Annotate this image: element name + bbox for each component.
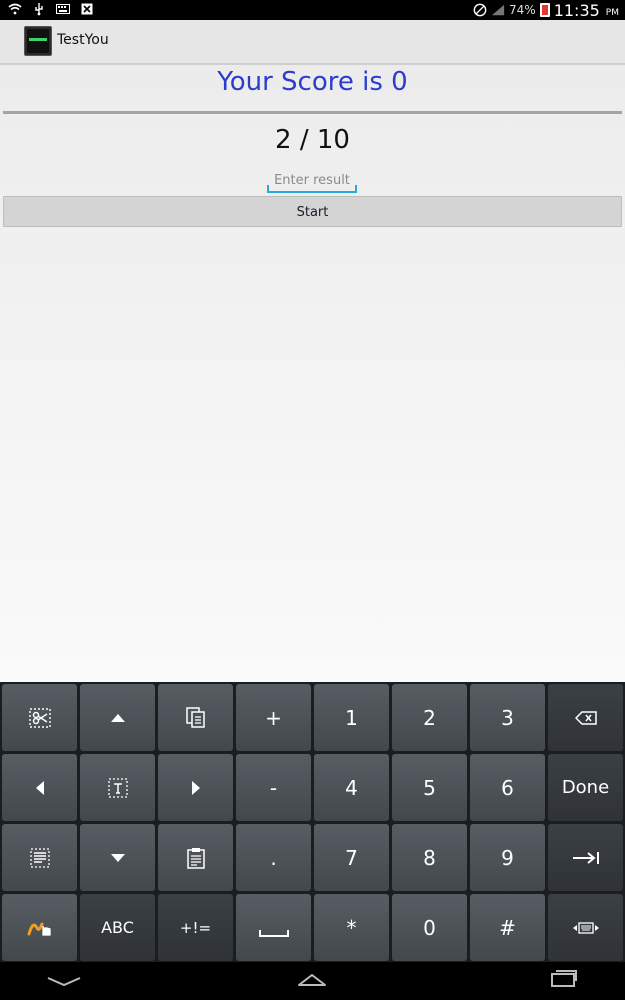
action-bar: TestYou [0,20,625,65]
cursor-right-key[interactable] [158,754,233,821]
divider [3,111,622,114]
arrow-down-icon [110,853,126,863]
app-title: TestYou [57,32,109,48]
main-content: Your Score is 0 2 / 10 Start [0,65,625,682]
clipboard-icon [186,847,205,869]
digit-1-key[interactable]: 1 [314,684,389,751]
status-bar: 74% 11:35 PM [0,0,625,20]
paste-key[interactable] [158,824,233,891]
space-key[interactable] [236,894,311,961]
copy-key[interactable] [158,684,233,751]
signal-icon [491,3,505,17]
digit-5-key[interactable]: 5 [392,754,467,821]
cursor-up-key[interactable] [80,684,155,751]
space-icon [258,918,290,938]
score-label: Your Score is 0 [217,67,408,97]
clock-ampm: PM [605,7,619,18]
recent-apps-button[interactable] [543,968,583,994]
digit-8-key[interactable]: 8 [392,824,467,891]
result-input-wrapper [267,169,357,193]
handwriting-icon [27,918,53,938]
clock: 11:35 [553,0,600,20]
digit-3-key[interactable]: 3 [470,684,545,751]
asterisk-key[interactable]: * [314,894,389,961]
cursor-left-key[interactable] [2,754,77,821]
minus-key[interactable]: - [236,754,311,821]
tab-key[interactable] [548,824,623,891]
arrow-right-icon [191,780,201,796]
select-all-key[interactable] [2,824,77,891]
arrow-up-icon [110,713,126,723]
text-select-icon [107,777,128,798]
keyboard-icon [56,2,70,16]
result-input[interactable] [267,169,357,192]
start-button[interactable]: Start [3,196,622,227]
copy-icon [185,706,206,729]
select-text-key[interactable] [80,754,155,821]
home-icon [297,970,327,992]
backspace-icon [574,710,597,725]
close-notification-icon [80,2,94,16]
question-progress: 2 / 10 [275,125,350,155]
hide-keyboard-button[interactable] [44,968,84,994]
plus-key[interactable]: + [236,684,311,751]
digit-6-key[interactable]: 6 [470,754,545,821]
scissors-icon [28,707,51,728]
digit-4-key[interactable]: 4 [314,754,389,821]
recent-apps-icon [548,970,578,992]
home-button[interactable] [292,968,332,994]
digit-0-key[interactable]: 0 [392,894,467,961]
battery-percent: 74% [509,3,536,17]
chevron-down-icon [46,972,82,991]
navigation-bar [0,962,625,1000]
numeric-keyboard: + 1 2 3 - 4 5 6 Done . 7 8 9 ABC +!= * 0… [0,682,625,962]
select-all-icon [29,847,50,868]
app-icon[interactable] [24,26,52,56]
hash-key[interactable]: # [470,894,545,961]
digit-7-key[interactable]: 7 [314,824,389,891]
digit-2-key[interactable]: 2 [392,684,467,751]
cut-key[interactable] [2,684,77,751]
done-key[interactable]: Done [548,754,623,821]
digit-9-key[interactable]: 9 [470,824,545,891]
wifi-icon [8,2,22,16]
usb-icon [32,2,46,16]
symbols-key[interactable]: +!= [158,894,233,961]
tab-arrow-icon [572,851,600,865]
cursor-down-key[interactable] [80,824,155,891]
battery-icon [539,3,550,17]
keyboard-settings-key[interactable] [548,894,623,961]
keyboard-move-icon [572,921,600,935]
dot-key[interactable]: . [236,824,311,891]
abc-key[interactable]: ABC [80,894,155,961]
handwriting-key[interactable] [2,894,77,961]
backspace-key[interactable] [548,684,623,751]
no-sim-icon [473,3,487,17]
arrow-left-icon [35,780,45,796]
